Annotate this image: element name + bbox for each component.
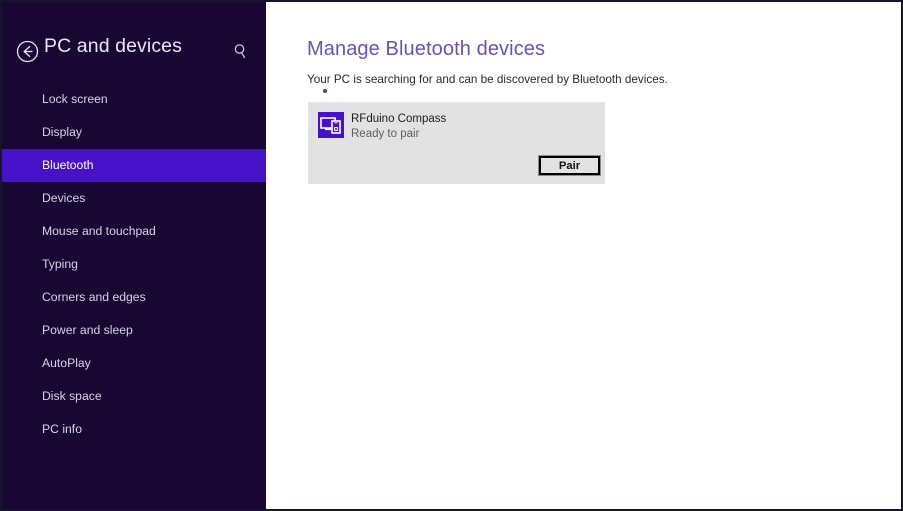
pc-and-phone-icon <box>318 112 344 138</box>
sidebar-item-devices[interactable]: Devices <box>2 182 266 215</box>
sidebar-item-lock-screen[interactable]: Lock screen <box>2 83 266 116</box>
device-name: RFduino Compass <box>351 113 447 125</box>
main-content: Manage Bluetooth devices Your PC is sear… <box>266 2 901 509</box>
back-arrow-circle-icon[interactable] <box>16 40 39 63</box>
sidebar-item-corners-and-edges[interactable]: Corners and edges <box>2 281 266 314</box>
sidebar: PC and devices Lock screen Display Bluet… <box>2 2 266 509</box>
pair-button[interactable]: Pair <box>538 155 601 176</box>
sidebar-header: PC and devices <box>2 2 266 68</box>
sidebar-item-mouse-and-touchpad[interactable]: Mouse and touchpad <box>2 215 266 248</box>
sidebar-nav-list: Lock screen Display Bluetooth Devices Mo… <box>2 83 266 446</box>
sidebar-item-typing[interactable]: Typing <box>2 248 266 281</box>
sidebar-item-disk-space[interactable]: Disk space <box>2 380 266 413</box>
searching-progress-indicator <box>323 88 421 96</box>
content-subtitle: Your PC is searching for and can be disc… <box>307 73 668 86</box>
content-title: Manage Bluetooth devices <box>307 38 546 60</box>
sidebar-item-bluetooth[interactable]: Bluetooth <box>2 149 266 182</box>
settings-window: PC and devices Lock screen Display Bluet… <box>0 0 903 511</box>
sidebar-item-autoplay[interactable]: AutoPlay <box>2 347 266 380</box>
sidebar-item-pc-info[interactable]: PC info <box>2 413 266 446</box>
sidebar-item-display[interactable]: Display <box>2 116 266 149</box>
sidebar-item-power-and-sleep[interactable]: Power and sleep <box>2 314 266 347</box>
progress-dot <box>323 89 327 93</box>
page-title: PC and devices <box>44 35 182 57</box>
bluetooth-device-card[interactable]: RFduino Compass Ready to pair Pair <box>308 102 605 184</box>
device-status: Ready to pair <box>351 128 420 140</box>
search-icon[interactable] <box>232 42 250 60</box>
